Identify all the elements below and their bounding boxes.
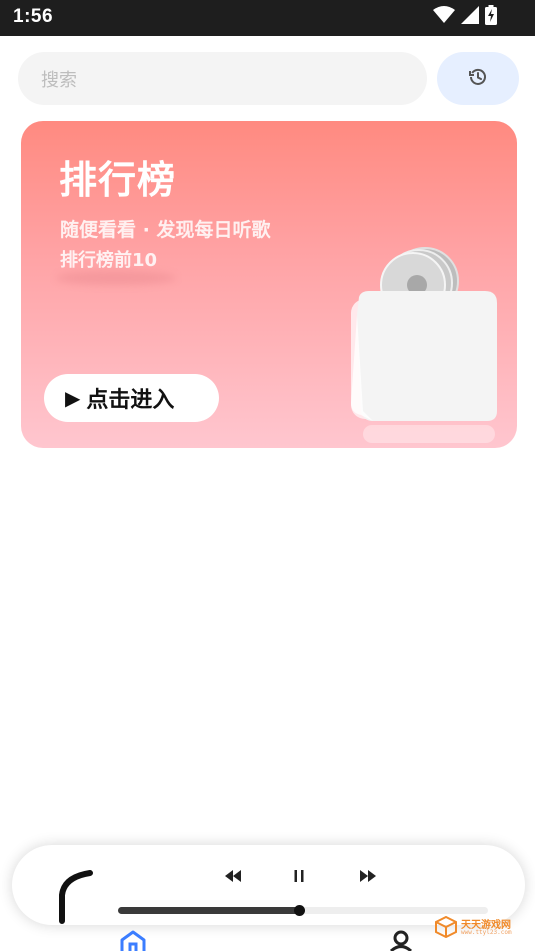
enter-button[interactable]: ▶ 点击进入 (44, 374, 219, 422)
app-screen: 1:56 搜索 排行榜 随便看看 · 发现每日听歌 排行榜前10 ▶ 点击进入 … (0, 0, 535, 951)
ranking-title: 排行榜 (59, 158, 177, 202)
nav-home-icon[interactable] (119, 930, 147, 951)
search-placeholder: 搜索 (41, 70, 77, 91)
subtitle-shadow (56, 271, 176, 285)
rewind-icon[interactable] (222, 867, 244, 885)
search-input[interactable]: 搜索 (18, 52, 427, 105)
fast-forward-icon[interactable] (357, 867, 379, 885)
progress-thumb[interactable] (294, 905, 306, 916)
status-icons (433, 5, 497, 29)
ranking-card[interactable]: 排行榜 随便看看 · 发现每日听歌 排行榜前10 ▶ 点击进入 (21, 121, 517, 448)
watermark: 天天游戏网 www.ttyl23.com (435, 915, 530, 940)
watermark-logo-icon (435, 915, 457, 939)
ranking-subtitle: 随便看看 · 发现每日听歌 (60, 219, 271, 241)
history-button[interactable] (437, 52, 519, 105)
play-icon: ▶ (65, 386, 81, 410)
signal-icon (461, 6, 479, 28)
status-time: 1:56 (13, 6, 54, 27)
mini-player (12, 845, 525, 925)
battery-charging-icon (485, 5, 497, 29)
pause-icon[interactable] (288, 867, 310, 885)
progress-bar[interactable] (118, 905, 488, 916)
ranking-subtitle-2: 排行榜前10 (60, 250, 158, 271)
status-bar: 1:56 (0, 0, 535, 36)
nav-profile-icon[interactable] (388, 930, 414, 951)
album-cover-arc[interactable] (56, 869, 100, 925)
cd-box-icon (347, 245, 499, 445)
history-icon (469, 68, 487, 90)
watermark-url: www.ttyl23.com (461, 929, 512, 936)
wifi-icon (433, 6, 455, 28)
progress-fill (118, 907, 300, 914)
enter-button-label: 点击进入 (86, 388, 175, 413)
